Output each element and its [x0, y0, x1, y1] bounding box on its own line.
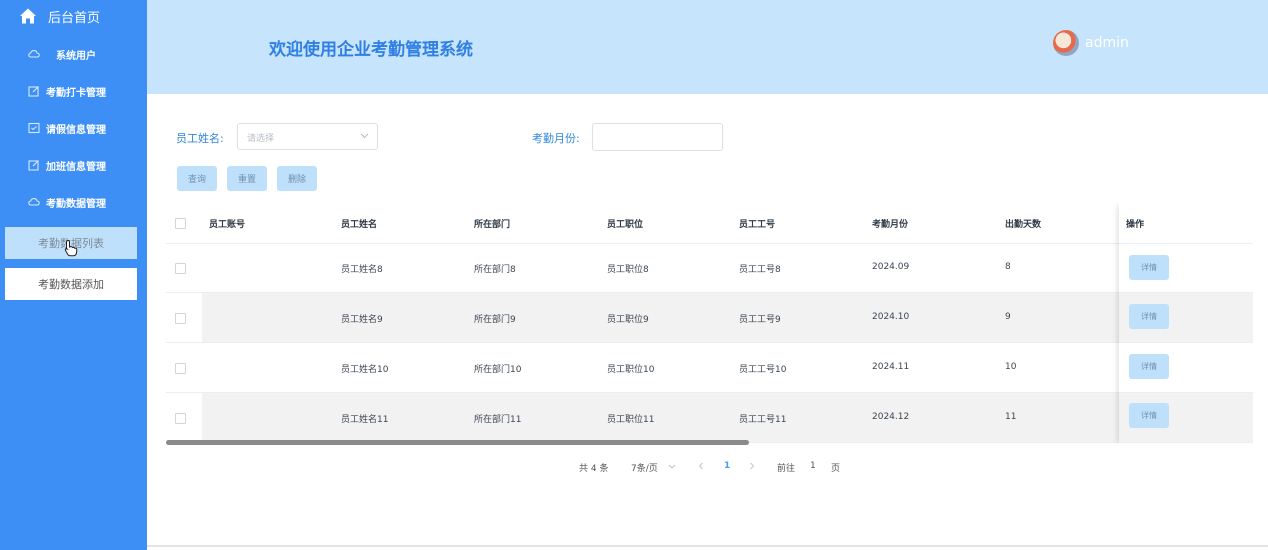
cell-name: 员工姓名8	[341, 265, 383, 275]
table-row: 员工姓名9 所在部门9 员工职位9 员工工号9 2024.10 9	[166, 293, 1253, 343]
goto-prefix: 前往	[777, 464, 796, 474]
user-name[interactable]: admin	[1085, 35, 1129, 51]
cell-name: 员工姓名11	[341, 415, 389, 425]
avatar[interactable]	[1053, 30, 1079, 56]
employee-name-select[interactable]: 请选择	[237, 123, 378, 150]
query-button[interactable]: 查询	[177, 166, 217, 191]
sidebar: 后台首页 系统用户 考勤打卡管理 请假信息管理 加班信息管理 考勤数据管理 考勤…	[0, 0, 147, 550]
pagination-total: 共 4 条	[579, 464, 609, 474]
sidebar-item-label: 加班信息管理	[46, 162, 106, 173]
attendance-month-input[interactable]	[592, 123, 723, 151]
cloud-icon	[28, 198, 40, 206]
cell-dept: 所在部门10	[474, 365, 522, 375]
data-table: 员工账号 员工姓名 所在部门 员工职位 员工工号 考勤月份 出勤天数 操作 员工…	[166, 203, 1253, 446]
cell-dept: 所在部门11	[474, 415, 522, 425]
chevron-down-icon	[360, 133, 369, 139]
cell-days: 8	[1005, 262, 1011, 272]
goto-page-input[interactable]: 1	[810, 461, 816, 471]
page-title: 欢迎使用企业考勤管理系统	[269, 40, 473, 60]
sidebar-home-label: 后台首页	[48, 11, 101, 26]
home-icon	[20, 8, 36, 24]
cell-month: 2024.10	[872, 312, 910, 322]
sidebar-item-label: 请假信息管理	[46, 125, 106, 136]
column-header: 员工账号	[209, 220, 246, 230]
row-checkbox[interactable]	[175, 263, 186, 274]
detail-button[interactable]: 详情	[1129, 354, 1169, 379]
sidebar-item-label: 考勤数据管理	[46, 199, 106, 210]
edit-icon	[28, 86, 39, 97]
sidebar-item-label: 系统用户	[56, 51, 96, 62]
scrollbar-thumb[interactable]	[166, 440, 749, 445]
cell-name: 员工姓名10	[341, 365, 389, 375]
divider	[147, 545, 1268, 547]
current-page[interactable]: 1	[724, 461, 730, 471]
attendance-month-label: 考勤月份:	[532, 132, 580, 145]
column-header: 员工职位	[607, 220, 644, 230]
column-header: 考勤月份	[872, 220, 909, 230]
sidebar-item-system-users[interactable]: 系统用户	[0, 40, 147, 70]
row-checkbox[interactable]	[175, 413, 186, 424]
select-all-checkbox[interactable]	[175, 218, 186, 229]
column-header: 员工工号	[739, 220, 776, 230]
page-size-select[interactable]: 7条/页	[631, 461, 658, 474]
table-row: 员工姓名11 所在部门11 员工职位11 员工工号11 2024.12 11	[166, 393, 1253, 443]
sidebar-item-attendance-data[interactable]: 考勤数据管理	[0, 188, 147, 218]
table-row: 员工姓名10 所在部门10 员工职位10 员工工号10 2024.11 10	[166, 343, 1253, 393]
cell-position: 员工职位11	[607, 415, 655, 425]
cell-position: 员工职位9	[607, 315, 649, 325]
column-header: 所在部门	[474, 220, 511, 230]
chevron-down-icon	[668, 464, 676, 469]
cell-position: 员工职位10	[607, 365, 655, 375]
detail-button[interactable]: 详情	[1129, 304, 1169, 329]
cell-name: 员工姓名9	[341, 315, 383, 325]
chevron-right-icon[interactable]	[749, 462, 755, 470]
cell-month: 2024.09	[872, 262, 910, 272]
cell-month: 2024.12	[872, 412, 910, 422]
sidebar-item-label: 考勤打卡管理	[46, 88, 106, 99]
cell-dept: 所在部门8	[474, 265, 516, 275]
detail-button[interactable]: 详情	[1129, 255, 1169, 280]
cell-employee-no: 员工工号10	[739, 365, 787, 375]
reset-button[interactable]: 重置	[227, 166, 267, 191]
cell-days: 9	[1005, 312, 1011, 322]
cell-month: 2024.11	[872, 362, 910, 372]
sidebar-item-attendance-checkin[interactable]: 考勤打卡管理	[0, 77, 147, 107]
cell-position: 员工职位8	[607, 265, 649, 275]
sidebar-subitem-attendance-add[interactable]: 考勤数据添加	[5, 268, 137, 300]
goto-suffix: 页	[831, 464, 841, 474]
column-header: 员工姓名	[341, 220, 378, 230]
row-checkbox[interactable]	[175, 313, 186, 324]
table-header: 员工账号 员工姓名 所在部门 员工职位 员工工号 考勤月份 出勤天数 操作	[166, 203, 1253, 244]
row-checkbox[interactable]	[175, 363, 186, 374]
sidebar-item-leave[interactable]: 请假信息管理	[0, 114, 147, 144]
calendar-icon	[28, 122, 40, 134]
table-row: 员工姓名8 所在部门8 员工职位8 员工工号8 2024.09 8	[166, 243, 1253, 293]
header: 欢迎使用企业考勤管理系统 admin	[147, 0, 1268, 94]
cell-days: 10	[1005, 362, 1017, 372]
delete-button[interactable]: 删除	[277, 166, 317, 191]
cell-employee-no: 员工工号9	[739, 315, 781, 325]
column-header: 出勤天数	[1005, 220, 1042, 230]
cell-dept: 所在部门9	[474, 315, 516, 325]
sidebar-home[interactable]: 后台首页	[0, 0, 147, 32]
cloud-icon	[28, 50, 40, 58]
edit-icon	[28, 160, 39, 171]
cell-employee-no: 员工工号11	[739, 415, 787, 425]
sidebar-item-overtime[interactable]: 加班信息管理	[0, 151, 147, 181]
detail-button[interactable]: 详情	[1129, 403, 1169, 428]
cell-days: 11	[1005, 412, 1017, 422]
select-placeholder: 请选择	[247, 134, 275, 144]
hand-pointer-icon	[64, 239, 78, 257]
employee-name-label: 员工姓名:	[176, 132, 224, 145]
cell-employee-no: 员工工号8	[739, 265, 781, 275]
chevron-left-icon[interactable]	[698, 462, 704, 470]
